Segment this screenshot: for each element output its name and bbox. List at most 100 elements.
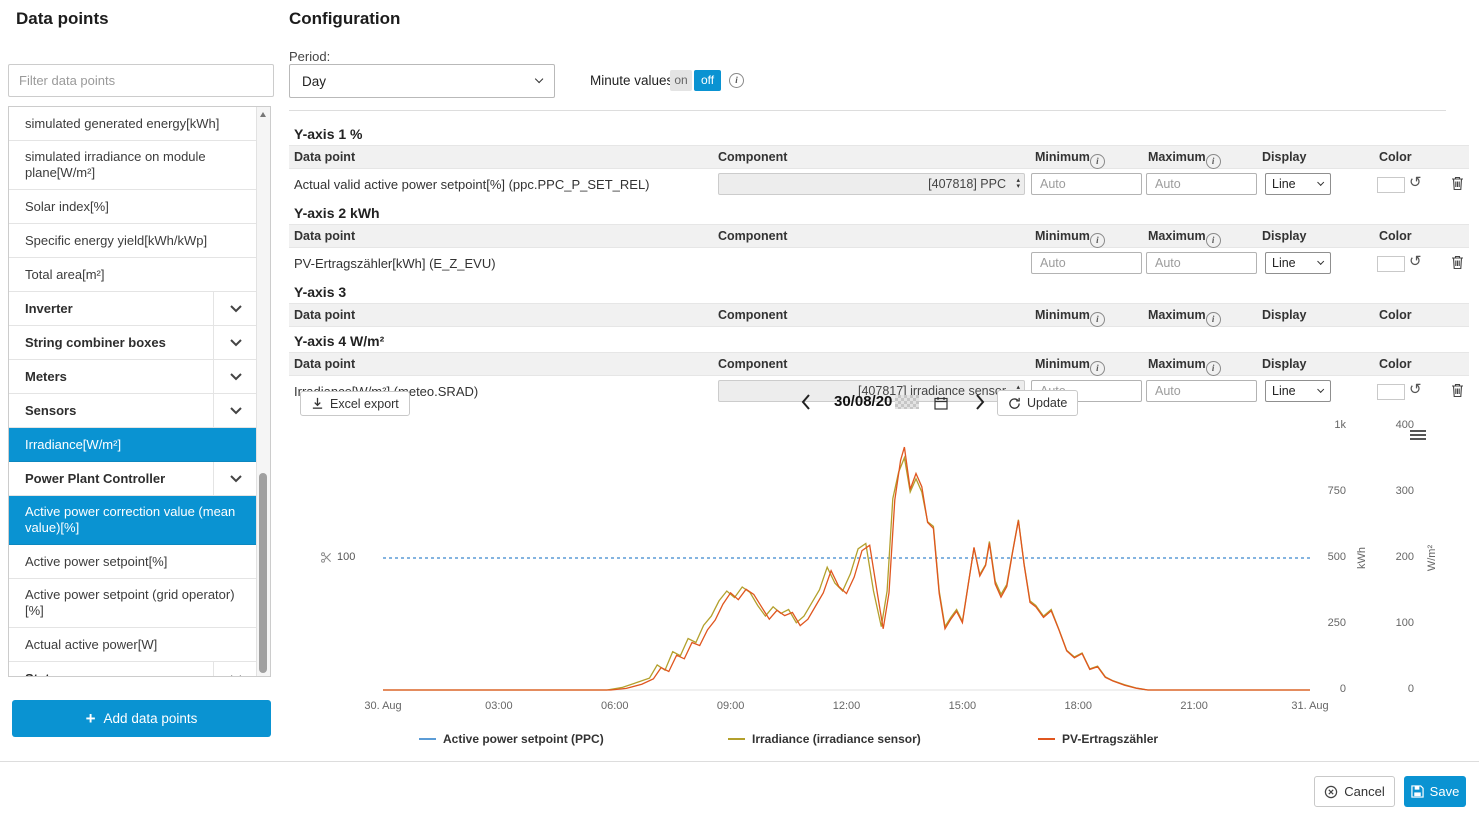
info-icon[interactable]: i xyxy=(1206,312,1221,327)
datapoint-category-5[interactable]: Inverter xyxy=(9,292,257,326)
info-icon[interactable]: i xyxy=(1206,233,1221,248)
datapoint-category-10[interactable]: Power Plant Controller xyxy=(9,462,257,496)
datapoint-item-3[interactable]: Specific energy yield[kWh/kWp] xyxy=(9,224,257,258)
chart-context-menu-icon[interactable] xyxy=(1410,428,1426,442)
axis-section-title: Y-axis 4 W/m² xyxy=(294,333,1469,349)
legend-item-2[interactable]: PV-Ertragszähler xyxy=(1038,732,1158,746)
legend-item-0[interactable]: Active power setpoint (PPC) xyxy=(419,732,604,746)
datapoint-category-7[interactable]: Meters xyxy=(9,360,257,394)
datapoint-item-14[interactable]: Actual active power[W] xyxy=(9,628,257,662)
datapoint-label: Inverter xyxy=(9,292,213,325)
excel-export-label: Excel export xyxy=(330,397,399,411)
info-icon[interactable]: i xyxy=(1090,233,1105,248)
expand-chevron-icon[interactable] xyxy=(213,394,257,427)
x-tick-label: 18:00 xyxy=(1064,700,1092,712)
download-icon xyxy=(311,397,324,410)
calendar-icon[interactable] xyxy=(934,396,948,413)
info-icon[interactable]: i xyxy=(1090,154,1105,169)
reset-icon[interactable]: ↺ xyxy=(1409,252,1422,272)
minimum-input[interactable] xyxy=(1031,252,1142,274)
datapoint-category-8[interactable]: Sensors xyxy=(9,394,257,428)
wm2-tick-label: 0 xyxy=(1374,683,1414,695)
info-icon[interactable]: i xyxy=(729,73,744,88)
header-color: Color xyxy=(1379,357,1412,371)
expand-chevron-icon[interactable] xyxy=(213,360,257,393)
update-button[interactable]: Update xyxy=(997,390,1078,416)
datapoint-category-6[interactable]: String combiner boxes xyxy=(9,326,257,360)
datapoint-label: simulated irradiance on module plane[W/m… xyxy=(9,141,257,189)
info-icon[interactable]: i xyxy=(1090,312,1105,327)
x-tick-label: 15:00 xyxy=(949,700,977,712)
header-maximum: Maximum i xyxy=(1148,308,1206,322)
axis-break-icon[interactable] xyxy=(321,552,332,563)
excel-export-button[interactable]: Excel export xyxy=(300,391,410,416)
x-tick-label: 03:00 xyxy=(485,700,513,712)
series-line-1 xyxy=(383,458,1310,690)
filter-data-points-input[interactable] xyxy=(8,64,274,97)
datapoint-item-0[interactable]: simulated generated energy[kWh] xyxy=(9,107,257,141)
select-arrows-icon: ▴▾ xyxy=(1016,178,1020,190)
trash-icon[interactable] xyxy=(1451,176,1464,194)
maximum-input[interactable] xyxy=(1146,173,1257,195)
cancel-button[interactable]: Cancel xyxy=(1314,776,1395,807)
kwh-tick-label: 500 xyxy=(1306,551,1346,563)
minute-values-on-toggle[interactable]: on xyxy=(670,70,692,91)
reset-icon[interactable]: ↺ xyxy=(1409,173,1422,193)
header-display: Display xyxy=(1262,150,1306,164)
datapoint-item-1[interactable]: simulated irradiance on module plane[W/m… xyxy=(9,141,257,190)
date-display[interactable]: 30/08/20 xyxy=(834,393,919,410)
info-icon[interactable]: i xyxy=(1206,154,1221,169)
save-button[interactable]: Save xyxy=(1404,776,1466,807)
minimum-input[interactable] xyxy=(1031,173,1142,195)
datapoint-item-9[interactable]: Irradiance[W/m²] xyxy=(9,428,257,462)
legend-label: Active power setpoint (PPC) xyxy=(443,732,604,746)
expand-chevron-icon[interactable] xyxy=(213,326,257,359)
time-series-chart: 100 1k7505002500 4003002001000 kWh W/m² … xyxy=(289,420,1469,755)
add-data-points-button[interactable]: + Add data points xyxy=(12,700,271,737)
info-icon[interactable]: i xyxy=(1206,361,1221,376)
expand-chevron-icon[interactable] xyxy=(213,292,257,325)
color-swatch[interactable] xyxy=(1377,177,1405,193)
wm2-tick-label: 300 xyxy=(1374,485,1414,497)
info-icon[interactable]: i xyxy=(1090,361,1105,376)
trash-icon[interactable] xyxy=(1451,255,1464,273)
header-maximum: Maximum i xyxy=(1148,229,1206,243)
list-scrollbar[interactable] xyxy=(256,107,270,676)
maximum-input[interactable] xyxy=(1146,252,1257,274)
header-minimum: Minimum i xyxy=(1035,150,1090,164)
legend-item-1[interactable]: Irradiance (irradiance sensor) xyxy=(728,732,921,746)
configuration-title: Configuration xyxy=(289,9,400,29)
datapoint-item-11[interactable]: Active power correction value (mean valu… xyxy=(9,496,257,545)
header-color: Color xyxy=(1379,308,1412,322)
configuration-panel: Configuration Period: Day Minute values … xyxy=(289,0,1469,760)
datapoint-label: Status xyxy=(9,662,213,676)
next-day-button[interactable] xyxy=(975,394,985,413)
series-line-2 xyxy=(383,447,1310,690)
legend-label: Irradiance (irradiance sensor) xyxy=(752,732,921,746)
axis-data-row: PV-Ertragszähler[kWh] (E_Z_EVU)Line↺ xyxy=(289,248,1469,278)
color-swatch[interactable] xyxy=(1377,256,1405,272)
expand-chevron-icon[interactable] xyxy=(213,662,257,676)
component-select[interactable]: [407818] PPC▴▾ xyxy=(718,173,1025,195)
datapoint-item-13[interactable]: Active power setpoint (grid operator)[%] xyxy=(9,579,257,628)
header-display: Display xyxy=(1262,357,1306,371)
minute-values-label: Minute values xyxy=(590,73,673,88)
display-select[interactable]: Line xyxy=(1265,173,1331,195)
datapoint-category-15[interactable]: Status xyxy=(9,662,257,676)
scroll-up-icon[interactable] xyxy=(260,112,266,117)
datapoint-label: Active power setpoint[%] xyxy=(9,545,257,578)
percent-axis-value: 100 xyxy=(337,551,355,563)
period-select[interactable]: Day xyxy=(289,64,555,98)
datapoint-item-4[interactable]: Total area[m²] xyxy=(9,258,257,292)
scrollbar-thumb[interactable] xyxy=(259,473,267,673)
datapoint-label: Actual active power[W] xyxy=(9,628,257,661)
header-display: Display xyxy=(1262,308,1306,322)
minute-values-off-toggle[interactable]: off xyxy=(694,70,721,91)
display-select[interactable]: Line xyxy=(1265,252,1331,274)
expand-chevron-icon[interactable] xyxy=(213,462,257,495)
cancel-icon xyxy=(1324,785,1338,799)
datapoint-item-12[interactable]: Active power setpoint[%] xyxy=(9,545,257,579)
datapoint-item-2[interactable]: Solar index[%] xyxy=(9,190,257,224)
previous-day-button[interactable] xyxy=(801,394,811,413)
chevron-down-icon xyxy=(535,75,544,84)
